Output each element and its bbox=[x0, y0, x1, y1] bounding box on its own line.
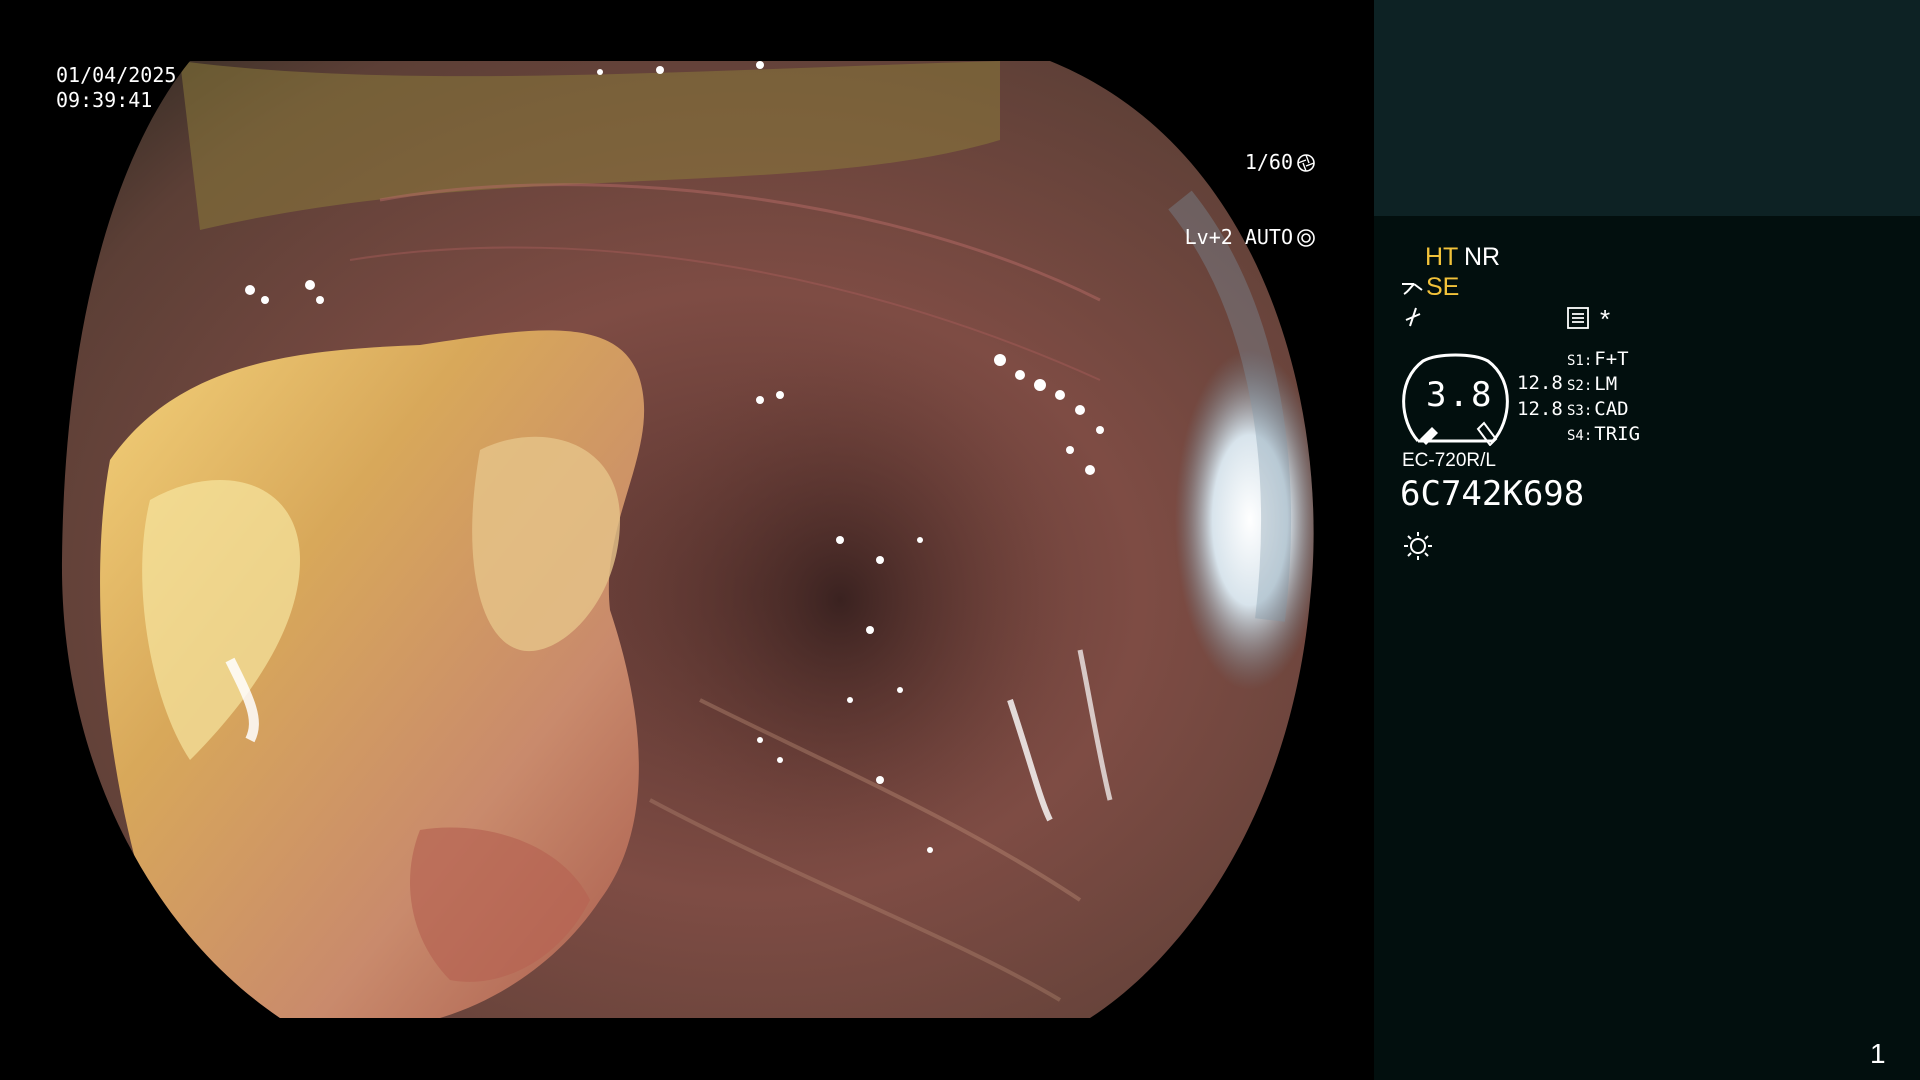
mode-nr-label: NR bbox=[1464, 243, 1501, 271]
switch-key: S2: bbox=[1567, 378, 1593, 394]
scope-serial: 6C742K698 bbox=[1400, 474, 1585, 514]
switch-1: S1: F+T bbox=[1567, 348, 1629, 370]
datetime-display: 01/04/2025 09:39:41 bbox=[56, 63, 176, 113]
switch-label: LM bbox=[1594, 373, 1618, 395]
settings-list-icon bbox=[1567, 307, 1589, 329]
panel-header-area bbox=[1374, 0, 1920, 216]
switch-key: S1: bbox=[1567, 353, 1593, 369]
enhance-row: Lv+2 AUTO bbox=[1185, 225, 1316, 250]
switch-label: CAD bbox=[1594, 398, 1629, 420]
shutter-speed-text: 1/60 bbox=[1244, 150, 1293, 174]
switch-key: S4: bbox=[1567, 428, 1593, 444]
value-1: 12.8 bbox=[1517, 372, 1563, 394]
mode-se-label: SE bbox=[1426, 273, 1460, 301]
structure-enhance-icon bbox=[1402, 283, 1423, 295]
mode-ht-label: HT bbox=[1425, 243, 1459, 271]
page-number: 1 bbox=[1870, 1038, 1886, 1069]
endoscopic-view: 01/04/2025 09:39:41 1/60 Lv+2 AUTO bbox=[0, 0, 1374, 1080]
switch-label: TRIG bbox=[1594, 423, 1641, 445]
endoscopic-image bbox=[61, 61, 1314, 1018]
star-indicator: * bbox=[1600, 304, 1611, 334]
switch-4: S4: TRIG bbox=[1567, 423, 1640, 445]
date-text: 01/04/2025 bbox=[56, 63, 177, 87]
light-source-icon bbox=[1404, 532, 1432, 560]
shutter-row: 1/60 bbox=[1185, 150, 1316, 175]
info-panel: HT NR SE * 3.8 12.8 12.8 S1: F+T S2: LM S3… bbox=[1374, 0, 1920, 1080]
endoscopy-screen: 01/04/202509:39:41 1/60 Lv+2 AUTO HT NR bbox=[0, 0, 1920, 1080]
switch-2: S2: LM bbox=[1567, 373, 1617, 395]
value-2: 12.8 bbox=[1517, 398, 1563, 420]
switch-key: S3: bbox=[1567, 403, 1593, 419]
switch-label: F+T bbox=[1594, 348, 1629, 370]
aperture-icon bbox=[1297, 153, 1315, 172]
time-text: 09:39:41 bbox=[56, 88, 153, 112]
iris-auto-icon bbox=[1297, 228, 1315, 247]
gauge-value: 3.8 bbox=[1426, 375, 1494, 415]
scope-model: EC-720R/L bbox=[1402, 450, 1496, 471]
zoom-icon bbox=[1405, 307, 1421, 327]
switch-3: S3: CAD bbox=[1567, 398, 1629, 420]
shutter-display: 1/60 Lv+2 AUTO bbox=[1185, 100, 1316, 300]
enhance-level-text: Lv+2 AUTO bbox=[1184, 225, 1293, 249]
